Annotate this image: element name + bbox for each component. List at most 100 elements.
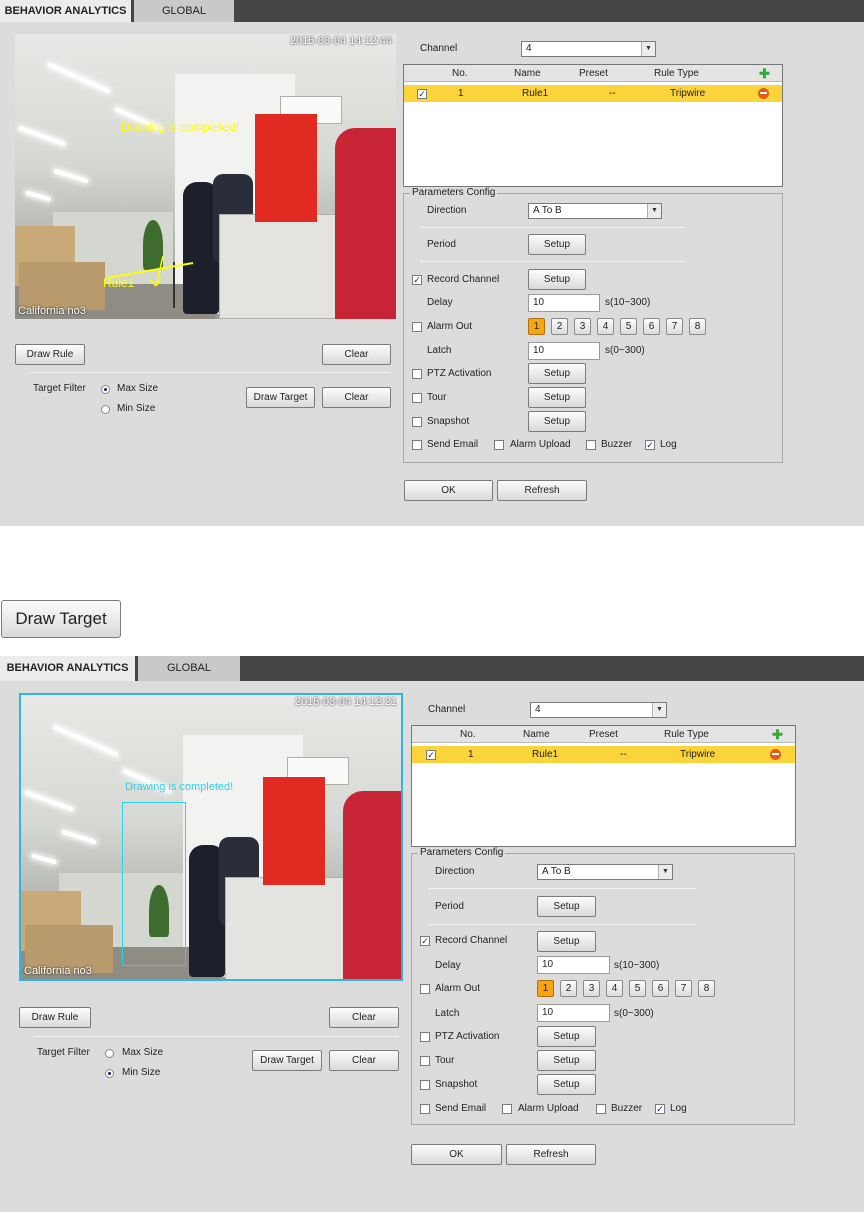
draw-target-button[interactable]: Draw Target [252,1050,322,1071]
ok-button[interactable]: OK [404,480,493,501]
alarm-out-1[interactable]: 1 [537,980,554,997]
table-row[interactable]: ✓ 1 Rule1 -- Tripwire [412,746,795,763]
buzzer-checkbox[interactable] [586,440,596,450]
latch-input[interactable]: 10 [528,342,600,360]
snapshot-setup-button[interactable]: Setup [528,411,586,432]
col-rule-type: Rule Type [654,68,699,79]
log-checkbox[interactable]: ✓ [655,1104,665,1114]
alarm-out-3[interactable]: 3 [574,318,591,335]
channel-name-overlay: California no3 [18,305,86,317]
alarm-out-5[interactable]: 5 [629,980,646,997]
tour-setup-button[interactable]: Setup [537,1050,596,1071]
row-rule-type: Tripwire [680,749,716,760]
draw-target-button[interactable]: Draw Target [246,387,315,408]
send-email-checkbox[interactable] [420,1104,430,1114]
tab-behavior-analytics[interactable]: BEHAVIOR ANALYTICS [0,0,131,22]
alarm-out-2[interactable]: 2 [560,980,577,997]
table-row[interactable]: ✓ 1 Rule1 -- Tripwire [404,85,782,102]
alarm-out-5[interactable]: 5 [620,318,637,335]
channel-select[interactable]: 4 ▼ [530,702,667,718]
snapshot-checkbox[interactable] [412,417,422,427]
record-channel-checkbox[interactable]: ✓ [412,275,422,285]
min-size-radio[interactable] [105,1069,114,1078]
alarm-out-checkbox[interactable] [412,322,422,332]
add-icon[interactable]: ✚ [759,67,770,80]
snapshot-checkbox[interactable] [420,1080,430,1090]
channel-select[interactable]: 4 ▼ [521,41,656,57]
period-setup-button[interactable]: Setup [537,896,596,917]
clear-rule-button[interactable]: Clear [322,344,391,365]
alarm-out-4[interactable]: 4 [597,318,614,335]
alarm-out-3[interactable]: 3 [583,980,600,997]
add-icon[interactable]: ✚ [772,728,783,741]
alarm-out-2[interactable]: 2 [551,318,568,335]
record-setup-button[interactable]: Setup [537,931,596,952]
alarm-out-7[interactable]: 7 [666,318,683,335]
refresh-button[interactable]: Refresh [497,480,587,501]
delay-input[interactable]: 10 [537,956,610,974]
record-channel-checkbox[interactable]: ✓ [420,936,430,946]
ptz-activation-label: PTZ Activation [435,1031,500,1042]
latch-input[interactable]: 10 [537,1004,610,1022]
ptz-activation-checkbox[interactable] [420,1032,430,1042]
draw-rule-button[interactable]: Draw Rule [15,344,85,365]
period-setup-button[interactable]: Setup [528,234,586,255]
buzzer-label: Buzzer [611,1103,643,1114]
alarm-upload-checkbox[interactable] [502,1104,512,1114]
tab-global[interactable]: GLOBAL [134,0,234,22]
alarm-out-8[interactable]: 8 [689,318,706,335]
tour-checkbox[interactable] [412,393,422,403]
direction-select[interactable]: A To B ▼ [528,203,662,219]
snapshot-setup-button[interactable]: Setup [537,1074,596,1095]
tour-setup-button[interactable]: Setup [528,387,586,408]
min-size-label: Min Size [117,403,156,414]
max-size-label: Max Size [117,383,159,394]
log-checkbox[interactable]: ✓ [645,440,655,450]
row-checkbox[interactable]: ✓ [417,89,427,99]
clear-target-button[interactable]: Clear [329,1050,399,1071]
alarm-out-checkbox[interactable] [420,984,430,994]
channel-label: Channel [428,704,466,715]
delete-icon[interactable] [758,88,769,99]
draw-target-callout-button[interactable]: Draw Target [1,600,121,638]
dropdown-arrow-icon: ▼ [658,865,672,879]
max-size-radio[interactable] [105,1049,114,1058]
tab-global[interactable]: GLOBAL [138,656,240,681]
ptz-setup-button[interactable]: Setup [528,363,586,384]
record-setup-button[interactable]: Setup [528,269,586,290]
min-size-radio[interactable] [101,405,110,414]
tour-checkbox[interactable] [420,1056,430,1066]
ptz-setup-button[interactable]: Setup [537,1026,596,1047]
delete-icon[interactable] [770,749,781,760]
send-email-checkbox[interactable] [412,440,422,450]
camera-preview[interactable]: 2015-03-04 14:12:21 Drawing is completed… [19,693,403,981]
buzzer-checkbox[interactable] [596,1104,606,1114]
max-size-radio[interactable] [101,385,110,394]
draw-rule-button[interactable]: Draw Rule [19,1007,91,1028]
ok-button[interactable]: OK [411,1144,502,1165]
camera-preview[interactable]: 2015-03-04 14:12:44 Drawing is completed… [15,34,396,319]
alarm-out-7[interactable]: 7 [675,980,692,997]
tour-label: Tour [427,392,447,403]
behavior-analytics-panel-2: BEHAVIOR ANALYTICS GLOBAL 2015-03-04 14:… [0,656,864,1212]
row-checkbox[interactable]: ✓ [426,750,436,760]
target-size-box[interactable] [122,802,186,966]
alarm-out-8[interactable]: 8 [698,980,715,997]
ptz-activation-checkbox[interactable] [412,369,422,379]
direction-select[interactable]: A To B ▼ [537,864,673,880]
col-rule-type: Rule Type [664,729,709,740]
tab-behavior-analytics[interactable]: BEHAVIOR ANALYTICS [0,656,135,681]
latch-value: 10 [533,345,545,356]
alarm-out-6[interactable]: 6 [643,318,660,335]
alarm-out-1[interactable]: 1 [528,318,545,335]
delay-input[interactable]: 10 [528,294,600,312]
alarm-out-4[interactable]: 4 [606,980,623,997]
refresh-button[interactable]: Refresh [506,1144,596,1165]
col-preset: Preset [579,68,608,79]
rule-table-header: No. Name Preset Rule Type ✚ [412,726,795,743]
row-name: Rule1 [532,749,559,760]
alarm-upload-checkbox[interactable] [494,440,504,450]
clear-target-button[interactable]: Clear [322,387,391,408]
clear-rule-button[interactable]: Clear [329,1007,399,1028]
alarm-out-6[interactable]: 6 [652,980,669,997]
